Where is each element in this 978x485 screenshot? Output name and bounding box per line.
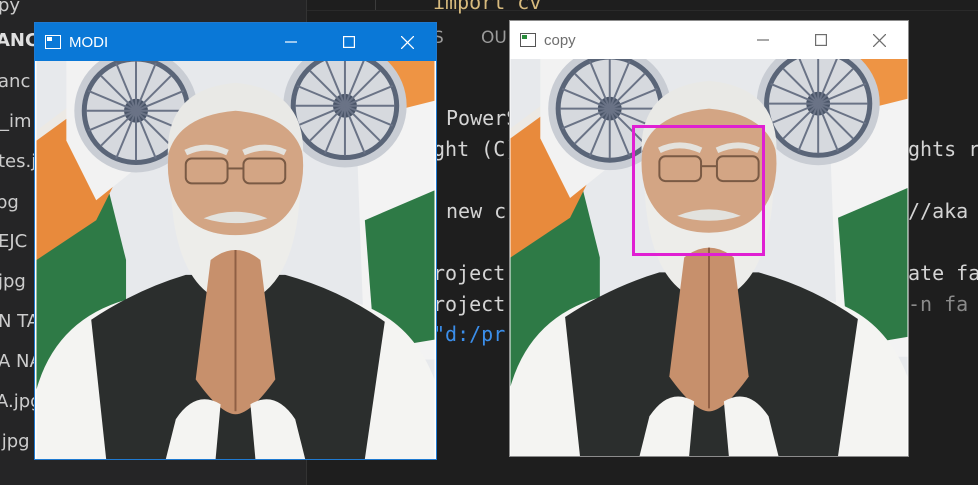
indent-guide: [375, 0, 376, 10]
tab-output[interactable]: OU: [481, 28, 507, 48]
file-item[interactable]: tes.j: [0, 150, 36, 174]
code-line-import: import cv: [433, 0, 542, 14]
code-line: PowerS: [446, 106, 519, 130]
file-item[interactable]: EJC: [0, 230, 27, 254]
window-app-icon: [520, 33, 536, 47]
file-item[interactable]: .jpg: [0, 430, 30, 454]
portrait-image: [35, 61, 436, 459]
minimize-button[interactable]: [734, 21, 792, 59]
modi-titlebar[interactable]: MODI: [35, 23, 436, 61]
code-line: "d:/pr: [433, 322, 506, 346]
window-title: MODI: [69, 33, 109, 51]
close-button[interactable]: [850, 21, 908, 59]
maximize-button[interactable]: [320, 23, 378, 61]
maximize-button[interactable]: [792, 21, 850, 59]
maximize-icon: [815, 34, 827, 46]
file-item[interactable]: anc: [0, 70, 30, 94]
close-button[interactable]: [378, 23, 436, 61]
file-item[interactable]: py: [0, 0, 20, 18]
close-icon: [400, 35, 414, 49]
file-item[interactable]: jpg: [0, 270, 26, 294]
face-detection-box: [632, 125, 765, 256]
window-app-icon: [45, 35, 61, 49]
code-line: ate fa: [908, 261, 978, 285]
code-line: roject: [433, 292, 506, 316]
portrait-image-copy: [510, 59, 908, 456]
file-item[interactable]: _im: [0, 110, 32, 134]
editor-divider: [307, 0, 978, 11]
copy-titlebar[interactable]: copy: [510, 21, 908, 59]
copy-window[interactable]: copy: [509, 20, 909, 457]
file-item[interactable]: pg: [0, 191, 19, 215]
modi-window[interactable]: MODI: [34, 22, 437, 460]
code-line: //aka: [908, 199, 969, 223]
code-line: -n fa: [908, 292, 969, 316]
code-line: roject: [433, 261, 506, 285]
code-line: ght (C): [433, 137, 518, 161]
close-icon: [872, 33, 886, 47]
code-line: new c: [446, 199, 507, 223]
maximize-icon: [343, 36, 355, 48]
code-line: ghts r: [908, 137, 978, 161]
window-title: copy: [544, 31, 576, 49]
minimize-icon: [757, 39, 769, 41]
minimize-button[interactable]: [262, 23, 320, 61]
minimize-icon: [285, 41, 297, 43]
